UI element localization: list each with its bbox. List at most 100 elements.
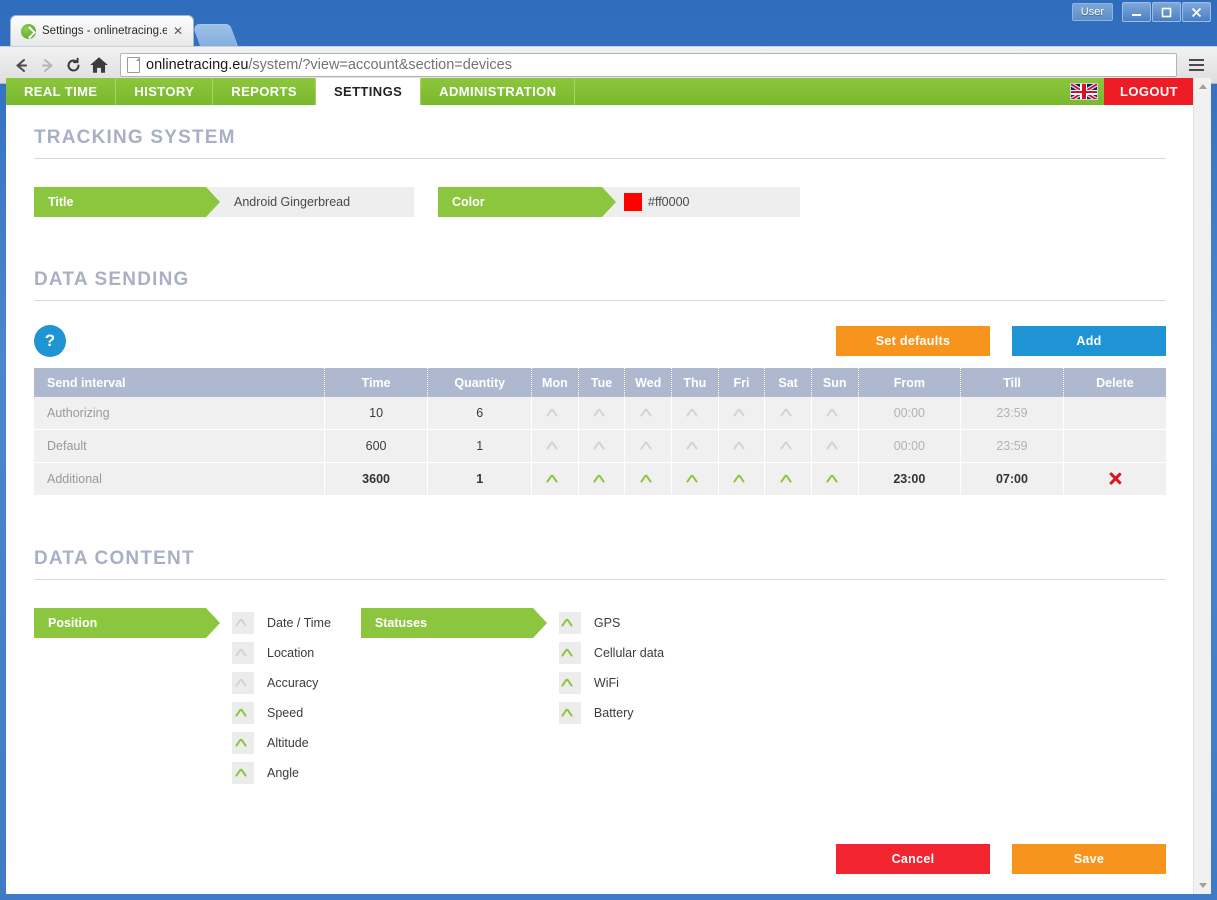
maximize-button[interactable] [1152, 2, 1181, 22]
check-icon-off[interactable] [735, 409, 748, 417]
delete-icon[interactable] [1108, 471, 1122, 485]
browser-menu-button[interactable] [1183, 52, 1209, 78]
cell-day-thu[interactable] [671, 397, 718, 430]
checkbox[interactable] [559, 672, 581, 694]
new-tab-button[interactable] [192, 24, 238, 46]
check-icon-on[interactable] [688, 475, 701, 483]
cancel-button[interactable]: Cancel [836, 844, 990, 874]
check-icon-off[interactable] [548, 409, 561, 417]
check-icon-off[interactable] [782, 409, 795, 417]
check-icon-on[interactable] [782, 475, 795, 483]
check-icon-off[interactable] [735, 442, 748, 450]
cell-day-wed[interactable] [625, 397, 672, 430]
nav-item-real-time[interactable]: REAL TIME [6, 78, 116, 105]
cell-day-fri[interactable] [718, 430, 765, 463]
position-checkbox-row[interactable]: Altitude [232, 728, 331, 758]
logout-button[interactable]: LOGOUT [1104, 78, 1194, 105]
save-button[interactable]: Save [1012, 844, 1166, 874]
checkbox[interactable] [232, 612, 254, 634]
check-icon-on[interactable] [642, 475, 655, 483]
help-button[interactable]: ? [34, 325, 66, 357]
checkbox[interactable] [232, 702, 254, 724]
user-badge[interactable]: User [1072, 3, 1113, 21]
checkbox[interactable] [232, 762, 254, 784]
check-icon-off[interactable] [782, 442, 795, 450]
cell-time[interactable]: 3600 [324, 463, 428, 496]
cell-day-tue[interactable] [578, 463, 625, 496]
check-icon-off[interactable] [642, 409, 655, 417]
check-icon-off[interactable] [642, 442, 655, 450]
cell-day-wed[interactable] [625, 463, 672, 496]
check-icon-on[interactable] [595, 475, 608, 483]
checkbox[interactable] [232, 732, 254, 754]
reload-button[interactable] [60, 52, 86, 78]
cell-day-wed[interactable] [625, 430, 672, 463]
cell-day-mon[interactable] [532, 463, 579, 496]
nav-item-administration[interactable]: ADMINISTRATION [421, 78, 575, 105]
cell-day-sun[interactable] [811, 430, 858, 463]
forward-button[interactable] [34, 52, 60, 78]
title-field[interactable]: Title Android Gingerbread [34, 187, 414, 217]
page-scrollbar[interactable] [1193, 78, 1211, 894]
cell-day-mon[interactable] [532, 430, 579, 463]
cell-time[interactable]: 600 [324, 430, 428, 463]
nav-item-history[interactable]: HISTORY [116, 78, 213, 105]
close-button[interactable] [1182, 2, 1211, 22]
cell-quantity[interactable]: 1 [428, 463, 532, 496]
set-defaults-button[interactable]: Set defaults [836, 326, 990, 356]
cell-till[interactable]: 07:00 [961, 463, 1064, 496]
check-icon-off[interactable] [688, 409, 701, 417]
tab-close-icon[interactable]: ✕ [173, 25, 183, 37]
cell-from[interactable]: 00:00 [858, 430, 961, 463]
checkbox[interactable] [559, 642, 581, 664]
statuses-checkbox-row[interactable]: Battery [559, 698, 664, 728]
address-bar[interactable]: onlinetracing.eu/system/?view=account&se… [120, 53, 1177, 77]
check-icon-on[interactable] [735, 475, 748, 483]
united-kingdom-flag-icon[interactable] [1070, 83, 1098, 100]
cell-from[interactable]: 23:00 [858, 463, 961, 496]
add-button[interactable]: Add [1012, 326, 1166, 356]
position-checkbox-row[interactable]: Speed [232, 698, 331, 728]
position-checkbox-row[interactable]: Angle [232, 758, 331, 788]
cell-day-sun[interactable] [811, 463, 858, 496]
check-icon-off[interactable] [595, 442, 608, 450]
check-icon-off[interactable] [548, 442, 561, 450]
position-checkbox-row[interactable]: Accuracy [232, 668, 331, 698]
scroll-up-arrow-icon[interactable] [1194, 78, 1211, 95]
cell-day-sat[interactable] [765, 463, 812, 496]
cell-day-fri[interactable] [718, 463, 765, 496]
check-icon-on[interactable] [548, 475, 561, 483]
nav-item-reports[interactable]: REPORTS [213, 78, 316, 105]
position-checkbox-row[interactable]: Date / Time [232, 608, 331, 638]
check-icon-on[interactable] [828, 475, 841, 483]
position-checkbox-row[interactable]: Location [232, 638, 331, 668]
checkbox[interactable] [232, 642, 254, 664]
cell-day-sun[interactable] [811, 397, 858, 430]
cell-till[interactable]: 23:59 [961, 397, 1064, 430]
cell-quantity[interactable]: 6 [428, 397, 532, 430]
color-field[interactable]: Color #ff0000 [438, 187, 800, 217]
browser-tab[interactable]: Settings - onlinetracing.eu - ✕ [10, 15, 194, 46]
cell-day-sat[interactable] [765, 397, 812, 430]
checkbox[interactable] [559, 612, 581, 634]
minimize-button[interactable] [1122, 2, 1151, 22]
color-field-value-wrap[interactable]: #ff0000 [602, 187, 800, 217]
home-button[interactable] [86, 52, 112, 78]
nav-item-settings[interactable]: SETTINGS [316, 78, 421, 105]
cell-day-thu[interactable] [671, 430, 718, 463]
checkbox[interactable] [232, 672, 254, 694]
cell-day-thu[interactable] [671, 463, 718, 496]
checkbox[interactable] [559, 702, 581, 724]
check-icon-off[interactable] [828, 409, 841, 417]
color-swatch[interactable] [624, 193, 642, 211]
check-icon-off[interactable] [688, 442, 701, 450]
cell-till[interactable]: 23:59 [961, 430, 1064, 463]
cell-day-tue[interactable] [578, 430, 625, 463]
scroll-down-arrow-icon[interactable] [1194, 877, 1211, 894]
check-icon-off[interactable] [595, 409, 608, 417]
title-field-value[interactable]: Android Gingerbread [206, 187, 414, 217]
cell-day-mon[interactable] [532, 397, 579, 430]
statuses-checkbox-row[interactable]: Cellular data [559, 638, 664, 668]
cell-day-fri[interactable] [718, 397, 765, 430]
back-button[interactable] [8, 52, 34, 78]
